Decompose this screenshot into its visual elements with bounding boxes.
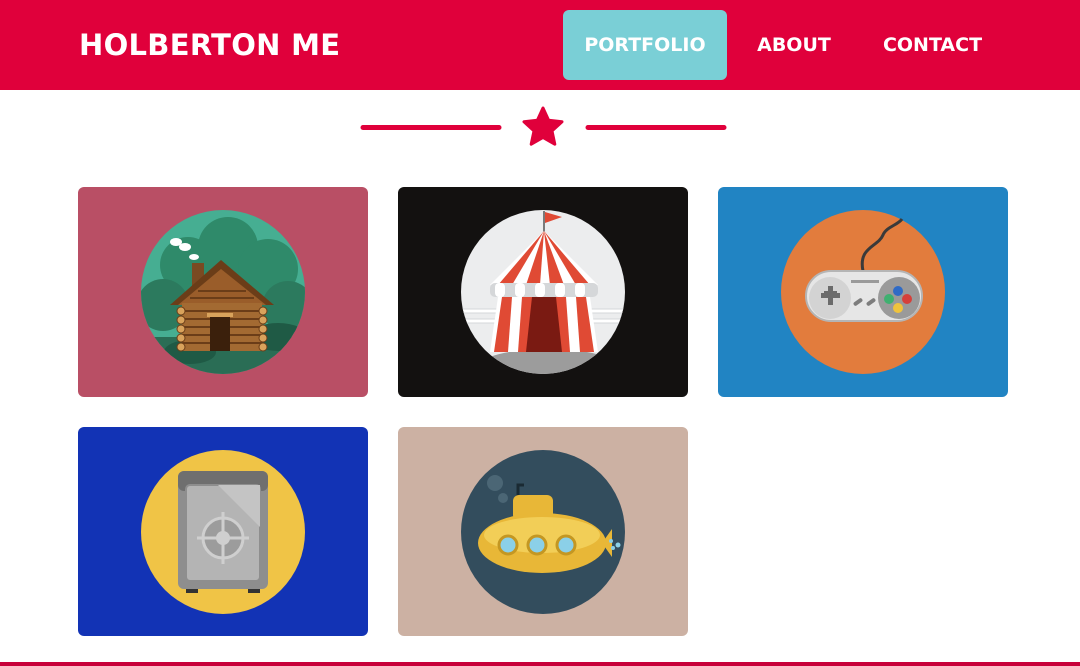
nav-contact[interactable]: CONTACT [870,10,995,80]
brand-logo[interactable]: HOLBERTON ME [79,27,340,63]
portfolio-card-submarine[interactable] [398,427,688,636]
portfolio-card-cabin[interactable] [78,187,368,397]
nav-about[interactable]: ABOUT [745,10,843,80]
nav-portfolio[interactable]: PORTFOLIO [563,10,727,80]
portfolio-card-controller[interactable] [718,187,1008,397]
safe-icon [141,450,305,614]
star-divider [360,106,727,146]
navbar: HOLBERTON ME PORTFOLIO ABOUT CONTACT [0,0,1080,90]
submarine-icon [461,450,625,614]
portfolio-card-safe[interactable] [78,427,368,636]
game-controller-icon [781,210,945,374]
star-icon [522,106,564,146]
footer-rule [0,662,1080,666]
portfolio-card-circus[interactable] [398,187,688,397]
